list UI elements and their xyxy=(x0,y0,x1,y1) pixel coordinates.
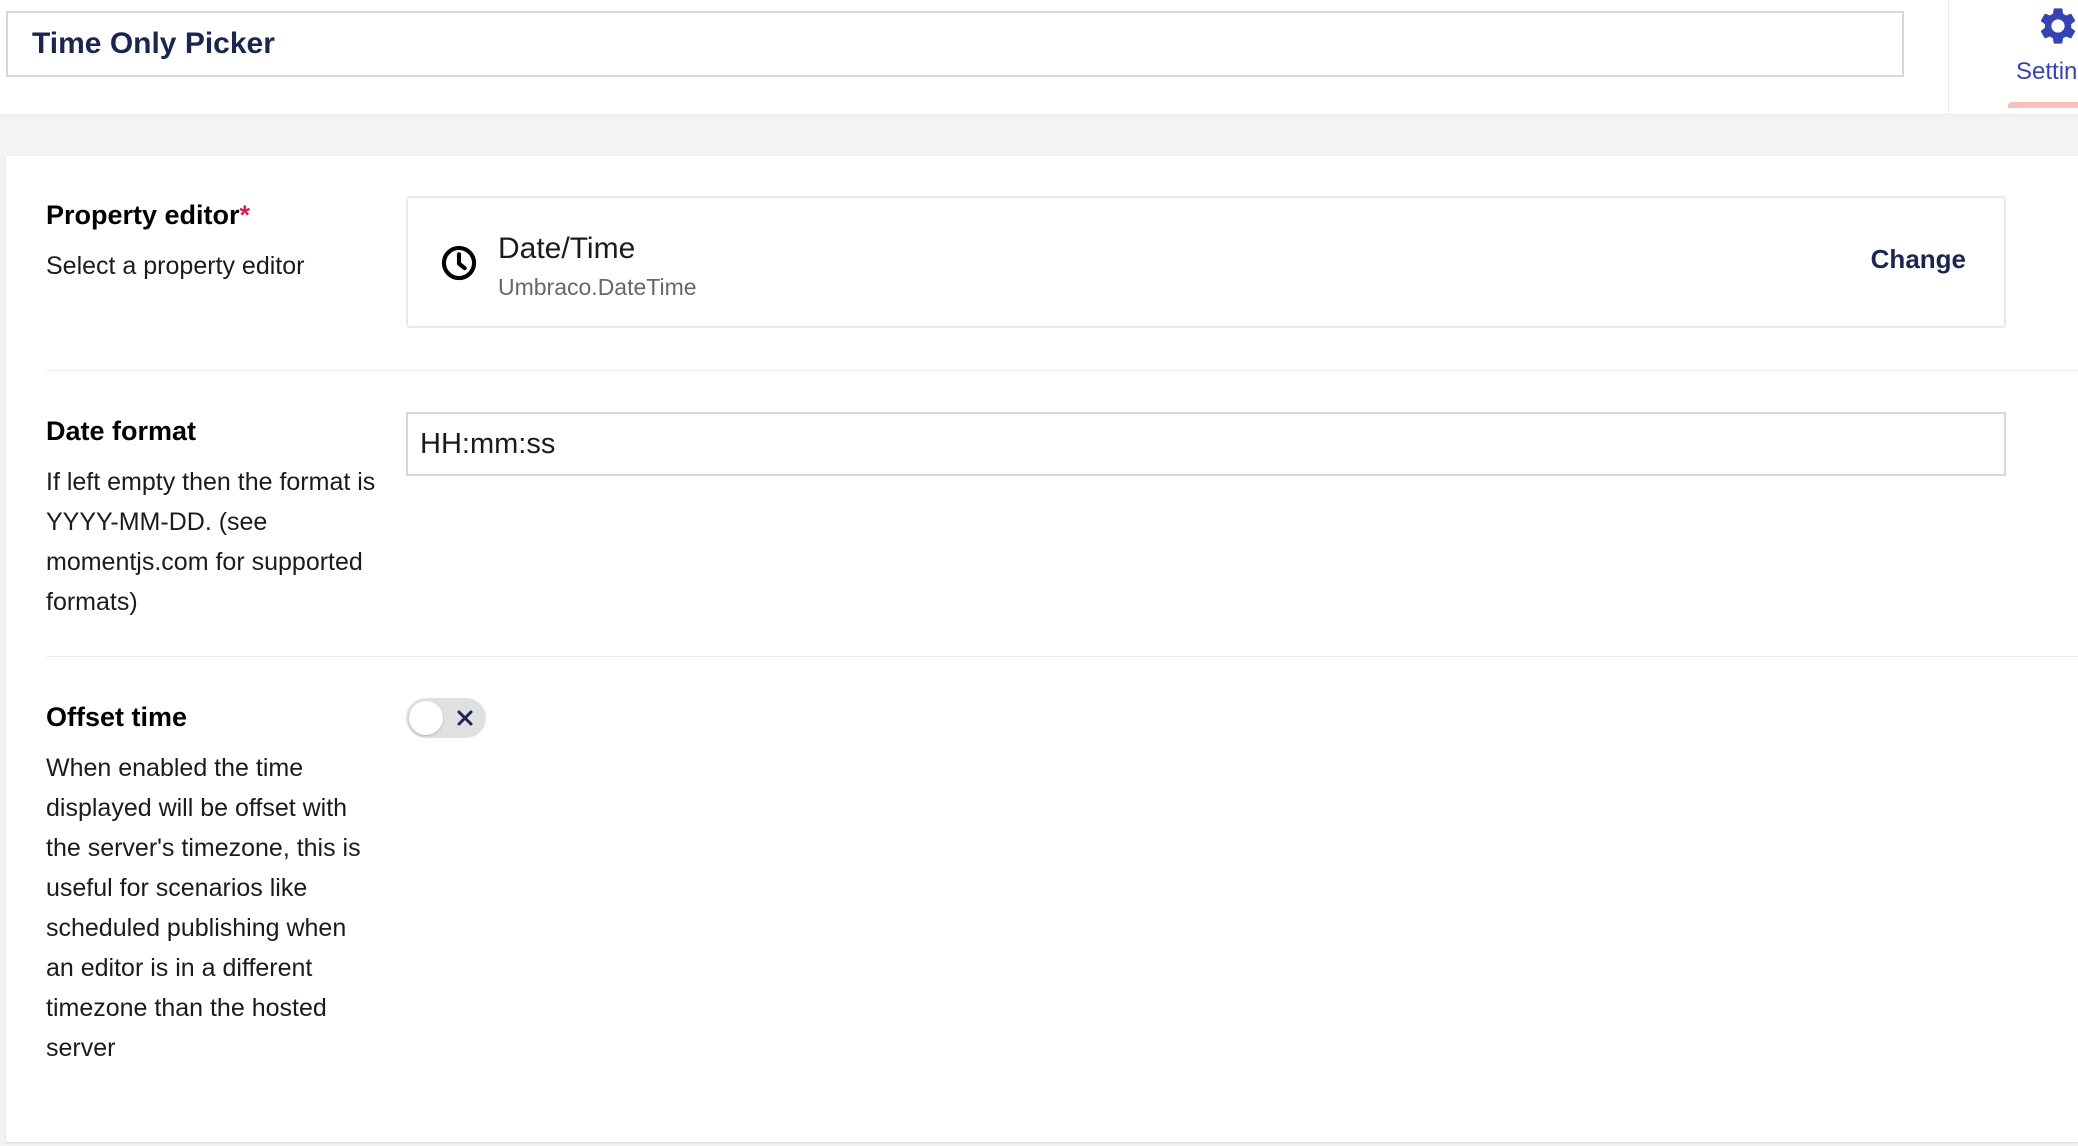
header-divider xyxy=(1948,0,1949,114)
row-divider xyxy=(46,656,2078,657)
clock-icon xyxy=(441,245,477,281)
property-editor-alias: Umbraco.DateTime xyxy=(498,274,697,300)
date-format-label: Date format xyxy=(46,416,197,446)
gear-icon xyxy=(2040,8,2076,44)
property-editor-name: Date/Time xyxy=(498,232,636,265)
property-editor-description: Select a property editor xyxy=(46,252,305,280)
name-input[interactable] xyxy=(6,11,1904,77)
row-divider xyxy=(46,370,2078,371)
offset-time-description: When enabled the time displayed will be … xyxy=(46,754,361,1062)
required-marker: * xyxy=(239,200,251,230)
property-editor-card[interactable]: Date/Time Umbraco.DateTime Change xyxy=(406,196,2006,328)
offset-time-toggle[interactable] xyxy=(406,698,486,738)
active-tab-indicator xyxy=(2008,102,2078,108)
date-format-description: If left empty then the format is YYYY-MM… xyxy=(46,468,376,616)
tab-settings[interactable]: Settin xyxy=(1996,0,2078,110)
tab-settings-label: Settin xyxy=(2016,58,2078,85)
header: Settin xyxy=(0,0,2078,115)
settings-panel: Property editor* Select a property edito… xyxy=(6,156,2078,1142)
property-editor-label: Property editor* xyxy=(46,200,250,231)
property-editor-label-text: Property editor xyxy=(46,200,240,230)
date-format-input[interactable] xyxy=(406,412,2006,476)
offset-time-label: Offset time xyxy=(46,702,188,732)
close-icon xyxy=(457,710,473,726)
toggle-knob xyxy=(409,701,443,735)
change-button[interactable]: Change xyxy=(1871,244,1966,275)
